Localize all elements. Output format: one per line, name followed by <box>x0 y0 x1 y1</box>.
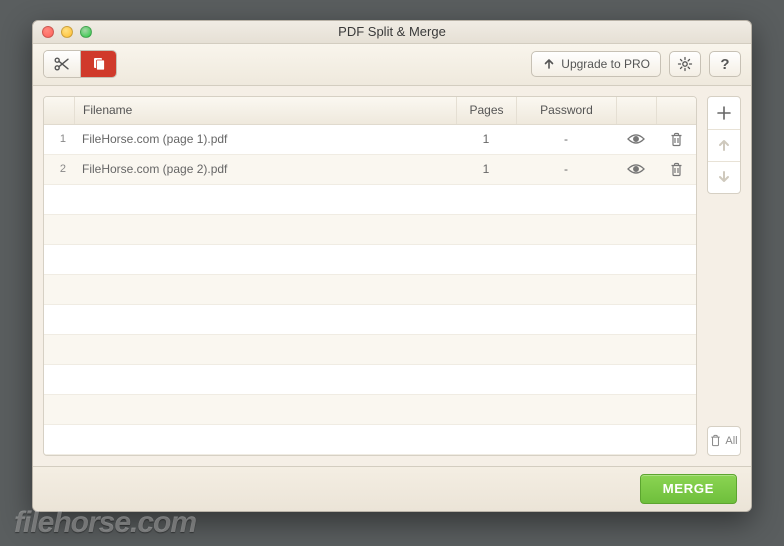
mode-segmented-control <box>43 50 117 78</box>
empty-row <box>44 425 696 455</box>
table-body: 1 FileHorse.com (page 1).pdf 1 - 2 FileH… <box>44 125 696 455</box>
file-table: Filename Pages Password 1 FileHorse.com … <box>43 96 697 456</box>
row-filename: FileHorse.com (page 2).pdf <box>74 155 456 184</box>
col-filename[interactable]: Filename <box>74 97 456 124</box>
row-index: 2 <box>44 155 74 184</box>
empty-row <box>44 395 696 425</box>
upload-arrow-icon <box>542 57 556 71</box>
titlebar: PDF Split & Merge <box>33 21 751 44</box>
merge-button[interactable]: MERGE <box>640 474 737 504</box>
row-password: - <box>516 125 616 154</box>
row-pages: 1 <box>456 155 516 184</box>
move-down-button[interactable] <box>708 161 740 193</box>
app-window: PDF Split & Merge Upgrade to PRO <box>32 20 752 512</box>
row-filename: FileHorse.com (page 1).pdf <box>74 125 456 154</box>
empty-row <box>44 275 696 305</box>
help-button[interactable]: ? <box>709 51 741 77</box>
col-delete <box>656 97 696 124</box>
col-pages[interactable]: Pages <box>456 97 516 124</box>
row-pages: 1 <box>456 125 516 154</box>
table-row[interactable]: 1 FileHorse.com (page 1).pdf 1 - <box>44 125 696 155</box>
eye-icon <box>627 163 645 175</box>
side-panel: All <box>707 96 741 456</box>
gear-icon <box>677 56 693 72</box>
content-area: Filename Pages Password 1 FileHorse.com … <box>33 86 751 466</box>
col-preview <box>616 97 656 124</box>
empty-row <box>44 365 696 395</box>
trash-icon <box>710 434 721 447</box>
merge-mode-button[interactable] <box>80 51 116 77</box>
documents-icon <box>91 56 107 72</box>
empty-row <box>44 305 696 335</box>
table-row[interactable]: 2 FileHorse.com (page 2).pdf 1 - <box>44 155 696 185</box>
preview-button[interactable] <box>616 155 656 184</box>
arrow-up-icon <box>717 138 731 152</box>
scissors-icon <box>54 57 70 71</box>
toolbar: Upgrade to PRO ? <box>33 44 751 86</box>
row-password: - <box>516 155 616 184</box>
table-header: Filename Pages Password <box>44 97 696 125</box>
col-password[interactable]: Password <box>516 97 616 124</box>
plus-icon <box>717 106 731 120</box>
add-file-button[interactable] <box>708 97 740 129</box>
row-index: 1 <box>44 125 74 154</box>
settings-button[interactable] <box>669 51 701 77</box>
window-title: PDF Split & Merge <box>33 24 751 39</box>
delete-all-button[interactable]: All <box>707 426 741 456</box>
arrow-down-icon <box>717 170 731 184</box>
col-index <box>44 97 74 124</box>
empty-row <box>44 185 696 215</box>
empty-row <box>44 245 696 275</box>
move-up-button[interactable] <box>708 129 740 161</box>
all-label: All <box>725 435 737 447</box>
upgrade-button[interactable]: Upgrade to PRO <box>531 51 661 77</box>
upgrade-label: Upgrade to PRO <box>561 57 650 71</box>
eye-icon <box>627 133 645 145</box>
trash-icon <box>670 132 683 147</box>
footer: MERGE <box>33 466 751 512</box>
split-mode-button[interactable] <box>44 51 80 77</box>
delete-row-button[interactable] <box>656 155 696 184</box>
question-icon: ? <box>720 56 729 73</box>
empty-row <box>44 335 696 365</box>
reorder-controls <box>707 96 741 194</box>
delete-row-button[interactable] <box>656 125 696 154</box>
preview-button[interactable] <box>616 125 656 154</box>
trash-icon <box>670 162 683 177</box>
empty-row <box>44 215 696 245</box>
